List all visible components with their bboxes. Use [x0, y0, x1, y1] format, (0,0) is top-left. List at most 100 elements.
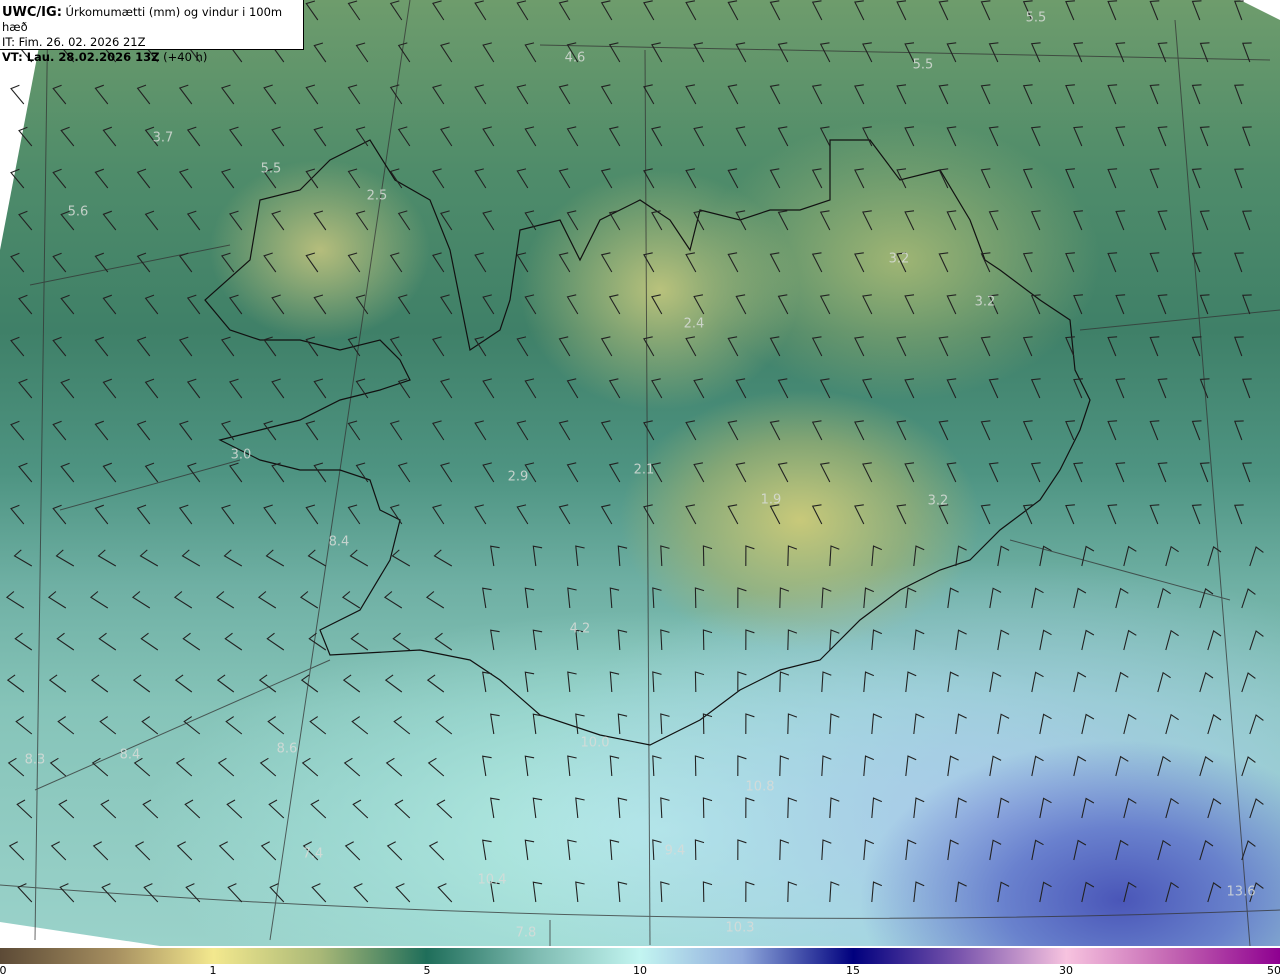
wind-barb — [102, 126, 117, 147]
wind-barb — [353, 883, 369, 903]
wind-barb — [474, 168, 487, 189]
colorbar-tick-label: 0 — [0, 964, 7, 977]
wind-barb — [660, 545, 670, 567]
valid-time-line: VT: Lau. 28.02.2026 13Z (+40 h) — [2, 50, 303, 65]
wind-barb — [779, 755, 790, 777]
wind-barb — [1165, 797, 1179, 819]
wind-barb — [862, 294, 873, 315]
wind-barb — [434, 632, 453, 651]
wind-barb — [811, 420, 823, 441]
wind-barb — [391, 549, 411, 567]
wind-barb — [693, 378, 705, 399]
value-label: 5.6 — [67, 204, 89, 220]
wind-barb — [1191, 504, 1202, 525]
value-label: 4.2 — [569, 621, 591, 637]
wind-barb — [18, 294, 33, 315]
wind-barb — [8, 841, 25, 861]
wind-barb — [567, 839, 577, 861]
wind-barb — [1149, 0, 1160, 21]
wind-barb — [904, 378, 915, 399]
wind-barb — [229, 378, 243, 399]
wind-barb — [829, 881, 840, 903]
wind-barb — [60, 378, 75, 399]
colorbar-tick-label: 10 — [633, 964, 647, 977]
wind-barb — [829, 797, 840, 819]
wind-barb — [787, 881, 798, 903]
wind-barb — [524, 671, 535, 693]
wind-barb — [10, 168, 25, 189]
wind-barb — [1157, 294, 1168, 315]
value-label: 5.5 — [1025, 10, 1047, 26]
wind-barb — [313, 462, 327, 483]
wind-barb — [685, 84, 697, 105]
wind-barb — [727, 0, 739, 21]
wind-barb — [904, 126, 915, 147]
wind-barb — [643, 0, 655, 21]
wind-barb — [18, 210, 33, 231]
wind-barb — [1123, 629, 1137, 651]
wind-barb — [735, 210, 747, 231]
wind-barb — [1199, 462, 1210, 483]
wind-barb — [432, 336, 445, 357]
wind-barb — [1022, 336, 1033, 357]
wind-barb — [300, 674, 319, 693]
wind-barb — [55, 549, 75, 567]
wind-barb — [1149, 504, 1160, 525]
wind-barb — [271, 210, 285, 231]
wind-barb — [344, 841, 361, 861]
wind-barb — [660, 713, 670, 735]
wind-barb — [1191, 0, 1202, 21]
wind-barb — [397, 294, 411, 315]
wind-barb — [425, 591, 445, 609]
wind-barb — [821, 839, 832, 861]
wind-barb — [1199, 840, 1214, 861]
wind-barb — [141, 716, 159, 735]
wind-barb — [178, 420, 193, 441]
wind-barb — [854, 336, 865, 357]
wind-barb — [428, 841, 445, 861]
model-name: UWC/IG: — [2, 5, 62, 20]
wind-barb — [617, 545, 628, 567]
wind-barb — [685, 0, 697, 21]
wind-barb — [182, 632, 201, 651]
wind-barb — [308, 632, 327, 651]
wind-barb — [871, 713, 883, 735]
wind-barb — [1031, 587, 1044, 609]
wind-barb — [1081, 629, 1095, 651]
wind-barb — [769, 252, 781, 273]
wind-barb — [938, 0, 949, 21]
wind-barb — [524, 839, 535, 861]
wind-barb — [558, 84, 571, 105]
wind-barb — [1115, 462, 1126, 483]
wind-barb — [567, 671, 577, 693]
wind-barb — [307, 549, 327, 567]
wind-barb — [566, 378, 579, 399]
wind-barb — [1115, 294, 1126, 315]
wind-barb — [175, 757, 193, 777]
wind-barb — [440, 210, 453, 231]
wind-barb — [1065, 252, 1075, 273]
wind-barb — [1115, 210, 1126, 231]
wind-barb — [263, 252, 277, 273]
wind-barb — [1107, 420, 1118, 441]
wind-barb — [1073, 378, 1083, 399]
wind-barb — [482, 587, 492, 609]
wind-barb — [779, 587, 790, 609]
valid-time: VT: Lau. 28.02.2026 13Z — [2, 50, 160, 64]
wind-barb — [1199, 126, 1210, 147]
wind-barb — [482, 839, 492, 861]
wind-barb — [863, 755, 875, 777]
wind-barb — [50, 841, 67, 861]
wind-barb — [862, 462, 873, 483]
lead-time: (+40 h) — [163, 50, 208, 64]
wind-barb — [397, 210, 411, 231]
wind-barb — [257, 591, 277, 609]
wind-barb — [355, 126, 369, 147]
wind-barb — [1107, 168, 1118, 189]
wind-barb — [10, 336, 25, 357]
wind-barb — [608, 126, 621, 147]
value-label: 3.2 — [927, 493, 949, 509]
wind-barb — [14, 632, 33, 651]
wind-barb — [47, 591, 67, 609]
wind-barb — [89, 591, 109, 609]
